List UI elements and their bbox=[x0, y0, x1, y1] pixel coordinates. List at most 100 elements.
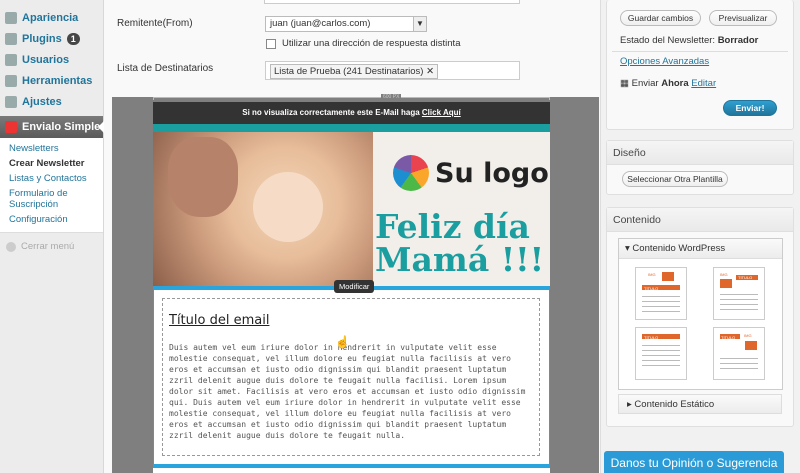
send-when: Ahora bbox=[661, 78, 689, 89]
advanced-options-link[interactable]: Opciones Avanzadas bbox=[620, 56, 709, 67]
save-button[interactable]: Guardar cambios bbox=[620, 10, 701, 26]
publish-panel: Guardar cambios Previsualizar Estado del… bbox=[606, 0, 794, 130]
sidebar-item-label: Plugins bbox=[22, 33, 62, 45]
preview-button[interactable]: Previsualizar bbox=[709, 10, 777, 26]
send-schedule: ▦ Enviar Ahora Editar bbox=[620, 78, 716, 89]
modify-button[interactable]: Modificar bbox=[334, 280, 375, 293]
recipients-label: Lista de Destinatarios bbox=[117, 63, 214, 74]
sidebar-submenu: Newsletters Crear Newsletter Listas y Co… bbox=[0, 138, 103, 233]
tpl-line bbox=[642, 345, 680, 346]
email-title[interactable]: Título del email bbox=[169, 313, 533, 328]
tpl-line bbox=[642, 306, 680, 307]
tpl-line bbox=[720, 299, 758, 300]
from-value: juan (juan@carlos.com) bbox=[270, 18, 371, 29]
headline-line-1: Feliz día bbox=[375, 207, 530, 246]
sidebar-item-label: Envialo Simple bbox=[22, 121, 101, 133]
divider bbox=[612, 51, 788, 52]
collapsed-arrow-icon: ▸ bbox=[627, 399, 632, 410]
email-body[interactable]: Duis autem vel eum iriure dolor in hendr… bbox=[169, 342, 533, 441]
content-title[interactable]: Contenido bbox=[607, 208, 793, 232]
feedback-button[interactable]: Danos tu Opinión o Sugerencia bbox=[604, 451, 784, 473]
design-panel: Diseño Seleccionar Otra Plantilla bbox=[606, 140, 794, 195]
headline: Feliz día Mamá !!! bbox=[375, 210, 544, 276]
click-here-link[interactable]: Click Aquí bbox=[422, 108, 461, 117]
sidebar-item-label: Ajustes bbox=[22, 96, 62, 108]
tpl-line bbox=[642, 365, 680, 366]
collapse-menu-button[interactable]: Cerrar menú bbox=[0, 233, 103, 260]
sidebar-item-label: Apariencia bbox=[22, 12, 79, 24]
sidebar-item-plugins[interactable]: Plugins 1 bbox=[0, 29, 103, 49]
ruler: 600 PX bbox=[153, 94, 550, 100]
remove-tag-icon[interactable]: ✕ bbox=[426, 66, 434, 77]
plugin-icon bbox=[5, 33, 17, 45]
template-title-text[interactable]: TITULO bbox=[635, 327, 687, 380]
recipients-field[interactable]: Lista de Prueba (241 Destinatarios) ✕ bbox=[265, 61, 520, 80]
from-select[interactable]: juan (juan@carlos.com) ▼ bbox=[265, 16, 427, 32]
editor-canvas: 600 PX Si no visualiza correctamente est… bbox=[112, 94, 599, 473]
template-title-img-right[interactable]: TITULO IMG bbox=[713, 327, 765, 380]
sidebar-item-apariencia[interactable]: Apariencia bbox=[0, 8, 103, 28]
expand-arrow-icon: ▾ bbox=[625, 243, 630, 254]
collapse-label: Cerrar menú bbox=[21, 241, 75, 252]
tpl-line bbox=[642, 355, 680, 356]
tpl-line bbox=[642, 311, 680, 312]
tpl-line bbox=[642, 360, 680, 361]
mother-shape bbox=[168, 137, 238, 217]
logo-text: Su logo bbox=[435, 157, 549, 189]
wordpress-content-header[interactable]: ▾ Contenido WordPress bbox=[619, 239, 782, 259]
submenu-configuracion[interactable]: Configuración bbox=[0, 212, 103, 227]
tpl-line bbox=[642, 301, 680, 302]
previous-field bbox=[264, 0, 520, 4]
design-title[interactable]: Diseño bbox=[607, 141, 793, 165]
checkbox-box[interactable] bbox=[266, 38, 276, 49]
top-bar-text: Si no visualiza correctamente este E-Mai… bbox=[242, 108, 420, 117]
submenu-listas-contactos[interactable]: Listas y Contactos bbox=[0, 171, 103, 186]
tpl-title-label: TITULO bbox=[721, 335, 736, 340]
template-img-left-title[interactable]: IMG TITULO bbox=[713, 267, 765, 320]
send-label: Enviar bbox=[631, 78, 659, 89]
tpl-line bbox=[720, 309, 758, 310]
recipient-tag-label: Lista de Prueba (241 Destinatarios) bbox=[274, 66, 424, 77]
reply-to-checkbox[interactable]: Utilizar una dirección de respuesta dist… bbox=[266, 38, 460, 49]
sidebar-item-label: Herramientas bbox=[22, 75, 93, 87]
sidebar-item-label: Usuarios bbox=[22, 54, 70, 66]
email-top-bar: Si no visualiza correctamente este E-Mai… bbox=[153, 102, 550, 124]
baby-face-shape bbox=[253, 172, 323, 242]
users-icon bbox=[5, 54, 17, 66]
edit-schedule-link[interactable]: Editar bbox=[691, 78, 716, 89]
static-content-label: Contenido Estático bbox=[634, 399, 715, 410]
status-value: Borrador bbox=[717, 35, 759, 46]
tpl-line bbox=[720, 363, 758, 364]
tpl-img-label: IMG bbox=[648, 272, 656, 277]
recipient-tag: Lista de Prueba (241 Destinatarios) ✕ bbox=[270, 64, 439, 79]
submenu-newsletters[interactable]: Newsletters bbox=[0, 141, 103, 156]
image-icon bbox=[720, 279, 732, 288]
send-button[interactable]: Enviar! bbox=[723, 100, 777, 116]
template-img-title[interactable]: IMG TITULO bbox=[635, 267, 687, 320]
submenu-crear-newsletter[interactable]: Crear Newsletter bbox=[0, 156, 103, 171]
sidebar-item-ajustes[interactable]: Ajustes bbox=[0, 92, 103, 112]
content-inner[interactable]: Título del email Duis autem vel eum iriu… bbox=[162, 298, 540, 456]
sidebar-item-herramientas[interactable]: Herramientas bbox=[0, 71, 103, 91]
admin-sidebar: Apariencia Plugins 1 Usuarios Herramienta… bbox=[0, 0, 104, 473]
submenu-formulario[interactable]: Formulario de Suscripción bbox=[0, 186, 103, 212]
sidebar-item-usuarios[interactable]: Usuarios bbox=[0, 50, 103, 70]
image-icon bbox=[745, 341, 757, 350]
tpl-line bbox=[720, 368, 758, 369]
teal-divider bbox=[153, 124, 550, 132]
hero-banner[interactable]: Su logo Feliz día Mamá !!! bbox=[153, 132, 550, 290]
email-preview: Si no visualiza correctamente este E-Mai… bbox=[153, 102, 550, 473]
chevron-down-icon: ▼ bbox=[413, 17, 426, 31]
logo: Su logo bbox=[393, 155, 549, 191]
wordpress-content-label: Contenido WordPress bbox=[632, 243, 726, 254]
calendar-icon: ▦ bbox=[620, 78, 629, 89]
selected-content-block[interactable]: Modificar Título del email Duis autem ve… bbox=[153, 280, 550, 468]
select-template-button[interactable]: Seleccionar Otra Plantilla bbox=[622, 171, 728, 187]
static-content-header[interactable]: ▸ Contenido Estático bbox=[618, 394, 782, 414]
main-content: Remitente(From) juan (juan@carlos.com) ▼ … bbox=[104, 0, 600, 473]
image-icon bbox=[662, 272, 674, 281]
tpl-title-label: TITULO bbox=[738, 275, 753, 280]
sidebar-item-envialo-simple[interactable]: Envialo Simple bbox=[0, 116, 104, 138]
envelope-icon bbox=[5, 121, 17, 133]
settings-icon bbox=[5, 96, 17, 108]
